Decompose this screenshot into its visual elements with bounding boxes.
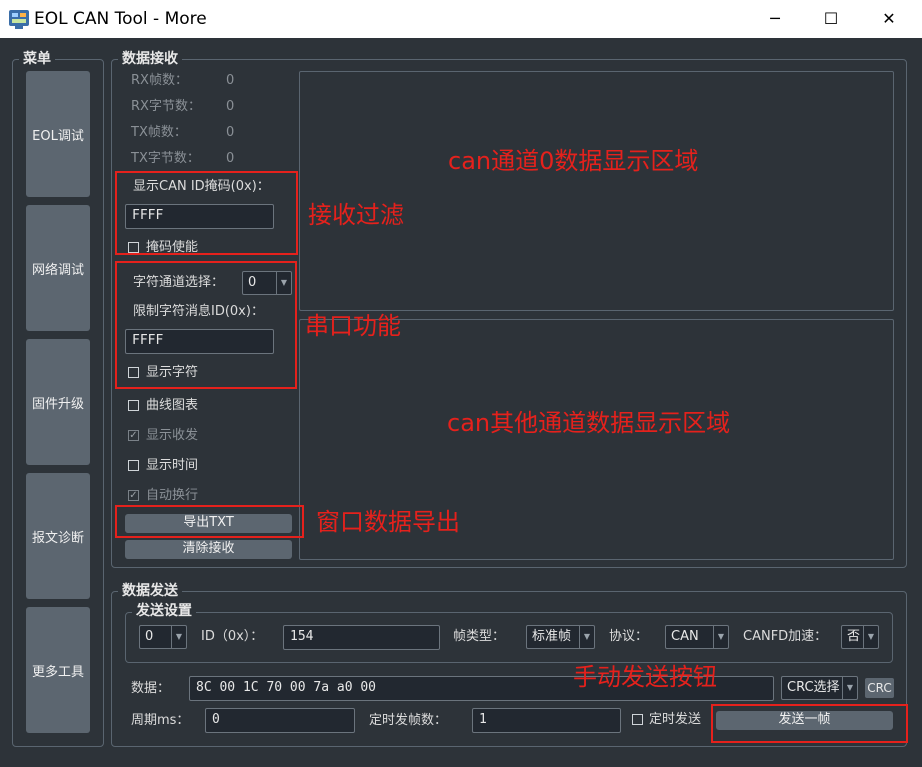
export-annotation: 窗口数据导出 bbox=[316, 508, 460, 536]
check-icon: ✓ bbox=[129, 430, 138, 441]
window-title: EOL CAN Tool - More bbox=[34, 9, 207, 29]
period-label: 周期ms： bbox=[131, 713, 190, 728]
show-txrx-label: 显示收发 bbox=[146, 428, 199, 443]
protocol-select[interactable]: CAN ▼ bbox=[665, 625, 729, 649]
canfd-label: CANFD加速： bbox=[743, 629, 828, 644]
chevron-down-icon: ▼ bbox=[713, 626, 728, 648]
chevron-down-icon: ▼ bbox=[171, 626, 186, 648]
send-title: 数据发送 bbox=[118, 583, 182, 599]
frame-type-label: 帧类型： bbox=[453, 629, 506, 644]
sidebar-item-label: 固件升级 bbox=[31, 396, 84, 412]
chevron-down-icon: ▼ bbox=[863, 626, 878, 648]
curve-chart-checkbox[interactable] bbox=[128, 400, 139, 411]
canfd-select[interactable]: 否 ▼ bbox=[841, 625, 879, 649]
sidebar-item-label: 网络调试 bbox=[31, 262, 84, 278]
rx-frames-value: 0 bbox=[226, 73, 235, 88]
filter-highlight-box bbox=[115, 171, 298, 255]
sidebar-item-message-diagnostics[interactable]: 报文诊断 bbox=[26, 473, 90, 599]
chevron-down-icon: ▼ bbox=[842, 677, 857, 699]
sidebar-item-firmware-upgrade[interactable]: 固件升级 bbox=[26, 339, 90, 465]
tx-bytes-label: TX字节数： bbox=[131, 151, 200, 166]
send-channel-select[interactable]: 0 ▼ bbox=[139, 625, 187, 649]
id-input[interactable]: 154 bbox=[283, 625, 440, 650]
filter-annotation: 接收过滤 bbox=[308, 201, 404, 229]
frame-type-value: 标准帧 bbox=[532, 629, 572, 644]
crc-select[interactable]: CRC选择 ▼ bbox=[781, 676, 858, 700]
sidebar-item-more-tools[interactable]: 更多工具 bbox=[26, 607, 90, 733]
timed-send-label: 定时发送 bbox=[649, 712, 702, 727]
rx-bytes-label: RX字节数： bbox=[131, 99, 201, 114]
frame-type-select[interactable]: 标准帧 ▼ bbox=[526, 625, 595, 649]
protocol-value: CAN bbox=[671, 629, 699, 644]
crc-select-value: CRC选择 bbox=[787, 680, 840, 695]
tx-frames-value: 0 bbox=[226, 125, 235, 140]
can0-area-annotation: can通道0数据显示区域 bbox=[448, 147, 699, 175]
send-channel-value: 0 bbox=[145, 629, 154, 644]
rx-bytes-value: 0 bbox=[226, 99, 235, 114]
tx-bytes-value: 0 bbox=[226, 151, 235, 166]
serial-highlight-box bbox=[115, 261, 297, 389]
crc-button[interactable]: CRC bbox=[865, 678, 894, 698]
sidebar-item-network-debug[interactable]: 网络调试 bbox=[26, 205, 90, 331]
manual-send-annotation: 手动发送按钮 bbox=[573, 663, 717, 691]
export-highlight-box bbox=[115, 505, 304, 538]
app-icon bbox=[9, 10, 29, 29]
chevron-down-icon: ▼ bbox=[579, 626, 594, 648]
send-button-highlight-box bbox=[711, 704, 908, 743]
close-icon[interactable]: ✕ bbox=[866, 0, 912, 38]
period-input[interactable]: 0 bbox=[205, 708, 355, 733]
clear-receive-button[interactable]: 清除接收 bbox=[125, 540, 292, 559]
protocol-label: 协议： bbox=[609, 629, 649, 644]
canfd-value: 否 bbox=[847, 629, 861, 644]
auto-wrap-checkbox[interactable]: ✓ bbox=[128, 490, 139, 501]
sidebar-item-label: EOL调试 bbox=[32, 128, 84, 144]
rx-frames-label: RX帧数： bbox=[131, 73, 188, 88]
timed-count-input[interactable]: 1 bbox=[472, 708, 621, 733]
sidebar-title: 菜单 bbox=[19, 51, 55, 67]
receive-title: 数据接收 bbox=[118, 51, 182, 67]
show-time-label: 显示时间 bbox=[146, 458, 199, 473]
auto-wrap-label: 自动换行 bbox=[146, 488, 199, 503]
sidebar-item-label: 更多工具 bbox=[31, 664, 84, 680]
id-label: ID（0x）： bbox=[201, 629, 264, 644]
serial-annotation: 串口功能 bbox=[305, 312, 401, 340]
send-settings-title: 发送设置 bbox=[132, 603, 196, 619]
sidebar-item-eol-debug[interactable]: EOL调试 bbox=[26, 71, 90, 197]
show-time-checkbox[interactable] bbox=[128, 460, 139, 471]
sidebar-item-label: 报文诊断 bbox=[31, 530, 84, 546]
timed-count-label: 定时发帧数： bbox=[369, 713, 448, 728]
tx-frames-label: TX帧数： bbox=[131, 125, 187, 140]
can0-display-panel[interactable] bbox=[299, 71, 894, 311]
curve-chart-label: 曲线图表 bbox=[146, 398, 199, 413]
check-icon: ✓ bbox=[129, 490, 138, 501]
other-channels-annotation: can其他通道数据显示区域 bbox=[447, 409, 731, 437]
timed-send-checkbox[interactable] bbox=[632, 714, 643, 725]
show-txrx-checkbox[interactable]: ✓ bbox=[128, 430, 139, 441]
maximize-icon[interactable]: ☐ bbox=[808, 0, 854, 38]
minimize-icon[interactable]: ─ bbox=[752, 0, 798, 38]
data-label: 数据： bbox=[131, 681, 171, 696]
